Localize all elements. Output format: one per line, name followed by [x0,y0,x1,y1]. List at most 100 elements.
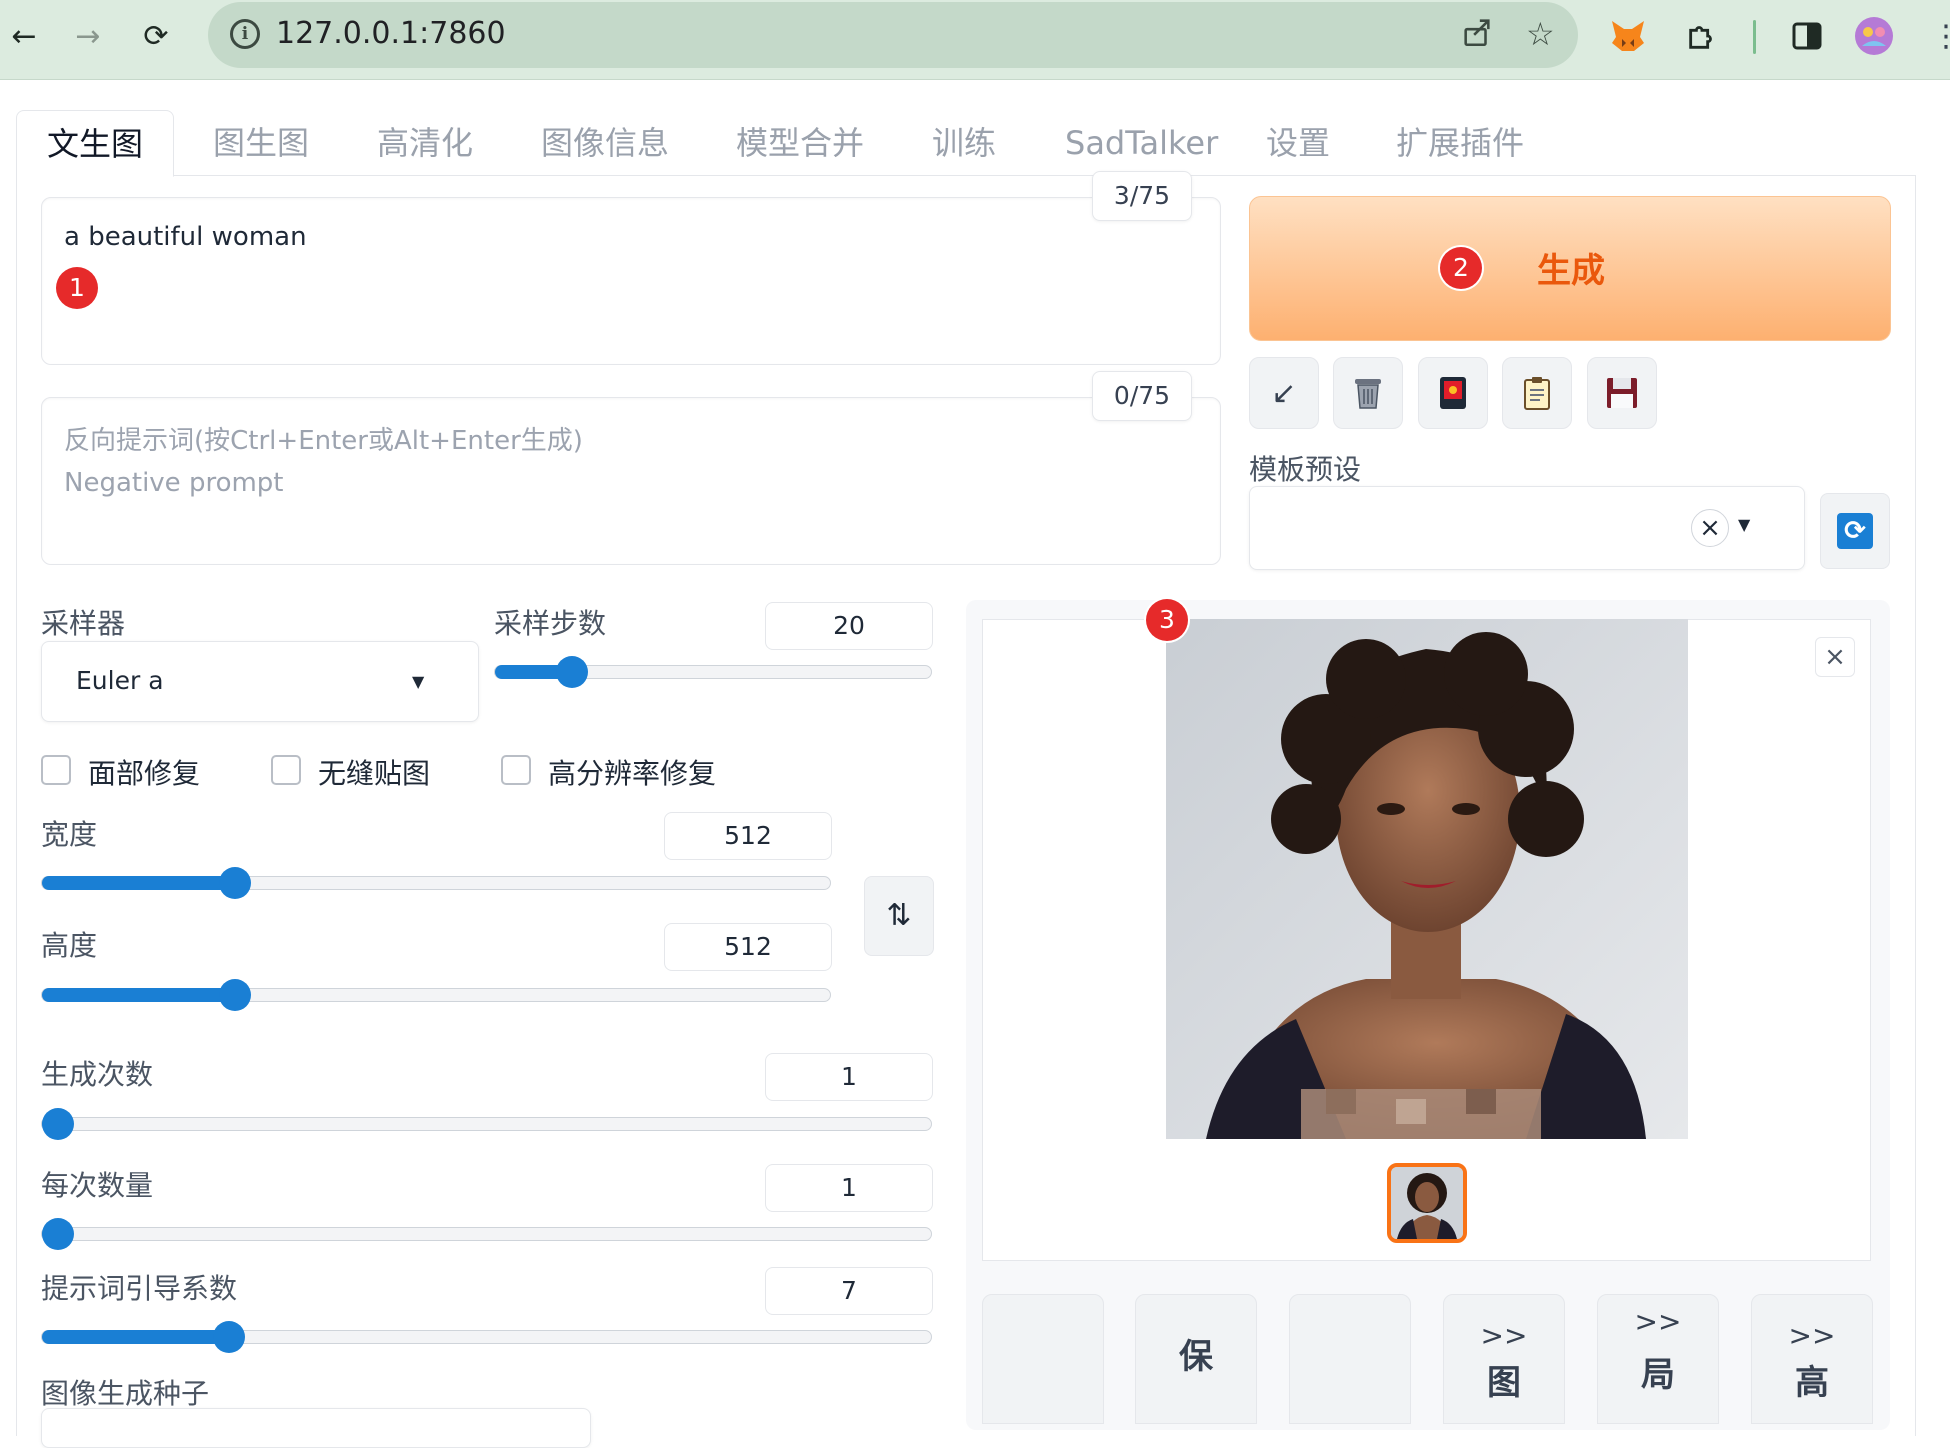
action-top-label: >> [1634,1305,1682,1338]
save-image-button[interactable]: 保 [1135,1294,1257,1424]
cfg-scale-input[interactable]: 7 [765,1267,933,1315]
seed-input[interactable] [41,1408,591,1448]
batch-size-label: 每次数量 [41,1169,154,1202]
send-to-inpaint-button[interactable]: >> 局 [1597,1294,1719,1424]
restore-prompt-button[interactable]: ↙ [1249,357,1319,429]
clear-selection-icon[interactable]: × [1691,509,1729,547]
extensions-puzzle-icon[interactable] [1680,14,1724,58]
send-to-extras-button[interactable]: >> 高 [1751,1294,1873,1424]
forward-arrow-icon[interactable]: → [66,14,110,58]
tiling-checkbox[interactable] [271,755,301,785]
tab-image-info[interactable]: 图像信息 [541,110,669,176]
hires-fix-checkbox[interactable] [501,755,531,785]
address-bar[interactable]: i 127.0.0.1:7860 ☆ [208,2,1578,68]
template-preset-label: 模板预设 [1249,453,1362,486]
negative-prompt-placeholder-en: Negative prompt [64,468,284,498]
refresh-templates-button[interactable]: ⟳ [1820,493,1890,569]
gallery-thumbnail[interactable] [1387,1163,1467,1243]
clear-prompt-button[interactable] [1333,357,1403,429]
back-arrow-icon[interactable]: ← [2,14,46,58]
action-main-label: 局 [1641,1355,1675,1395]
steps-slider[interactable] [494,656,932,688]
steps-slider-thumb[interactable] [555,656,588,688]
tiling-label: 无缝贴图 [318,757,431,790]
template-preset-dropdown[interactable]: × ▼ [1249,486,1805,570]
action-main-label: 保 [1179,1337,1213,1377]
toolbar-separator [1753,20,1756,54]
tab-train[interactable]: 训练 [932,110,996,176]
action-top-label: >> [1480,1319,1528,1352]
tab-img2img[interactable]: 图生图 [213,110,309,176]
tab-settings[interactable]: 设置 [1266,110,1330,176]
cfg-scale-slider-fill [42,1330,230,1344]
height-slider-fill [42,988,235,1002]
tab-upscale[interactable]: 高清化 [377,110,473,176]
prompt-token-counter: 3/75 [1092,171,1192,221]
trash-icon [1355,379,1381,409]
cfg-scale-slider[interactable] [41,1321,932,1353]
height-label: 高度 [41,929,98,962]
batch-size-slider[interactable] [41,1218,932,1250]
width-input[interactable]: 512 [664,812,832,860]
generate-button[interactable]: 2 生成 [1249,196,1891,341]
sampler-dropdown[interactable]: Euler a ▼ [41,641,479,722]
share-icon[interactable] [1460,15,1494,57]
reload-icon[interactable]: ⟳ [134,14,178,58]
action-main-label: 高 [1795,1363,1829,1403]
prompt-textarea[interactable]: a beautiful woman [41,197,1221,365]
height-slider[interactable] [41,979,831,1011]
close-gallery-button[interactable]: × [1815,637,1855,677]
seed-label: 图像生成种子 [41,1377,210,1410]
height-slider-thumb[interactable] [218,979,251,1011]
floppy-disk-icon [1607,378,1637,408]
side-panel-icon[interactable] [1785,14,1829,58]
profile-avatar-icon[interactable] [1852,14,1896,58]
face-restore-checkbox[interactable] [41,755,71,785]
open-folder-button[interactable] [982,1294,1104,1424]
batch-count-slider-thumb[interactable] [42,1108,74,1140]
width-slider[interactable] [41,867,831,899]
negative-prompt-textarea[interactable]: 反向提示词(按Ctrl+Enter或Alt+Enter生成) Negative … [41,397,1221,565]
extra-networks-button[interactable] [1418,357,1488,429]
chrome-menu-icon[interactable]: ⋮ [1924,14,1950,58]
steps-label: 采样步数 [494,607,607,640]
bookmark-star-icon[interactable]: ☆ [1526,15,1555,53]
width-slider-thumb[interactable] [218,867,251,899]
batch-count-slider[interactable] [41,1108,932,1140]
negative-prompt-placeholder-zh: 反向提示词(按Ctrl+Enter或Alt+Enter生成) [64,426,583,456]
red-card-icon [1440,377,1466,409]
annotation-badge-1: 1 [56,267,98,309]
zip-button[interactable] [1289,1294,1411,1424]
action-main-label: 图 [1487,1363,1521,1403]
send-to-img2img-button[interactable]: >> 图 [1443,1294,1565,1424]
batch-size-slider-thumb[interactable] [42,1218,74,1250]
browser-toolbar: ← → ⟳ i 127.0.0.1:7860 ☆ ⋮ [0,0,1950,80]
tab-extensions[interactable]: 扩展插件 [1396,110,1524,176]
batch-count-input[interactable]: 1 [765,1053,933,1101]
arrow-down-left-icon: ↙ [1271,375,1297,411]
swap-dimensions-button[interactable]: ⇅ [864,876,934,956]
height-input[interactable]: 512 [664,923,832,971]
batch-size-input[interactable]: 1 [765,1164,933,1212]
prompt-text[interactable]: a beautiful woman [64,222,307,252]
negative-prompt-placeholder: 反向提示词(按Ctrl+Enter或Alt+Enter生成) Negative … [64,420,583,504]
url-text[interactable]: 127.0.0.1:7860 [276,16,506,51]
clipboard-icon [1524,377,1550,410]
negative-token-counter: 0/75 [1092,371,1192,421]
steps-input[interactable]: 20 [765,602,933,650]
tab-txt2img[interactable]: 文生图 [16,110,175,177]
site-info-icon[interactable]: i [230,19,260,49]
refresh-icon: ⟳ [1837,513,1873,549]
metamask-fox-icon[interactable] [1606,14,1650,58]
paste-params-button[interactable] [1502,357,1572,429]
generated-image[interactable] [1166,619,1688,1139]
face-restore-label: 面部修复 [88,757,201,790]
save-style-button[interactable] [1587,357,1657,429]
tab-model-merge[interactable]: 模型合并 [736,110,864,176]
tab-sadtalker[interactable]: SadTalker [1065,110,1218,176]
annotation-badge-3: 3 [1146,599,1188,641]
cfg-scale-label: 提示词引导系数 [41,1272,238,1305]
width-slider-fill [42,876,235,890]
main-tabs: 文生图 图生图 高清化 图像信息 模型合并 训练 SadTalker 设置 扩展… [16,110,1916,177]
chevron-down-icon[interactable]: ▼ [1738,515,1750,534]
